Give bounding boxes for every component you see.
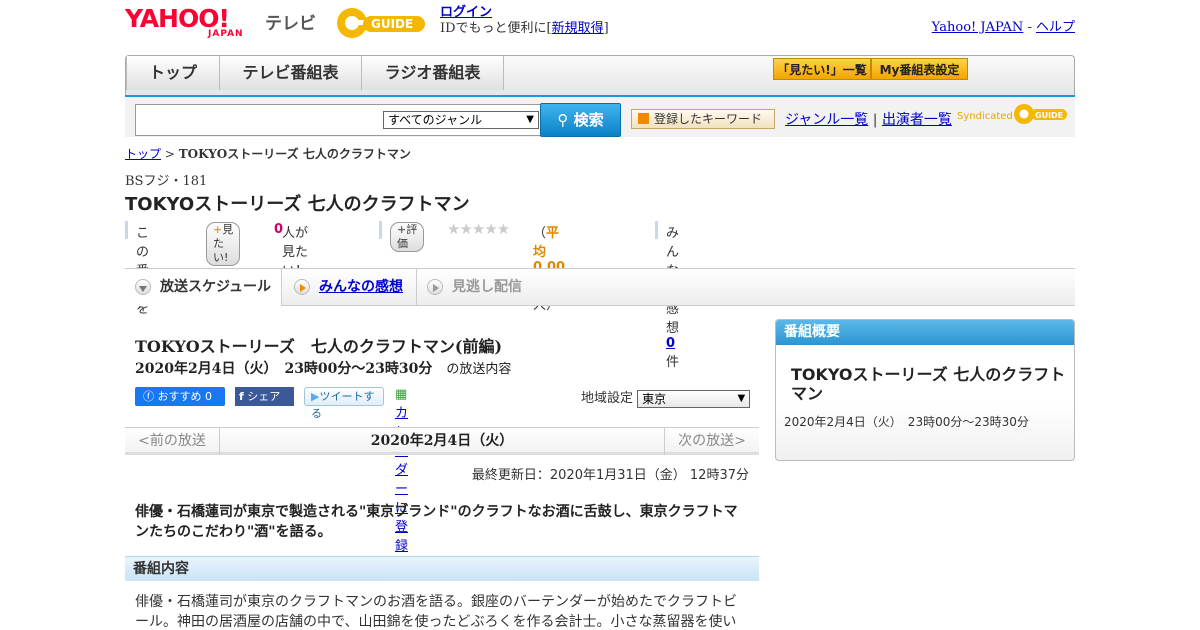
broadcast-pager: <前の放送 2020年2月4日（火） 次の放送> — [125, 427, 759, 455]
facebook-share-button[interactable]: f シェア — [235, 387, 294, 406]
content-tabs: 放送スケジュール みんなの感想 見逃し配信 — [125, 268, 1075, 306]
station-label: BSフジ・181 — [125, 174, 208, 189]
pager-current-date: 2020年2月4日（火） — [370, 433, 514, 449]
prev-broadcast-link[interactable]: <前の放送 — [125, 428, 220, 455]
search-icon: ⚲ — [557, 111, 569, 129]
login-prompt: IDでもっと便利に[ — [440, 21, 552, 36]
calendar-icon: ▦ — [395, 387, 408, 402]
episode-description: 俳優・石橋蓮司が東京のクラフトマンのお酒を語る。銀座のバーテンダーが始めたでクラ… — [135, 594, 737, 630]
search-links-divider: | — [872, 112, 878, 128]
yahoo-japan-sub: JAPAN — [208, 29, 244, 39]
play-circle-icon — [294, 279, 310, 295]
facebook-icon: ⓕ — [143, 390, 154, 403]
tweet-button[interactable]: ▶ツイートする — [304, 387, 384, 420]
svg-text:GUIDE: GUIDE — [371, 17, 413, 31]
want-button[interactable]: +見たい! — [206, 222, 241, 266]
facebook-recommend-button[interactable]: ⓕ おすすめ 0 — [135, 387, 225, 406]
genre-list-link[interactable]: ジャンル一覧 — [785, 112, 868, 128]
site-header: YAHOO! JAPAN テレビ GUIDE ログイン IDでもっと便利に[新規… — [125, 0, 1075, 50]
svg-text:GUIDE: GUIDE — [1035, 111, 1063, 120]
cast-list-link[interactable]: 出演者一覧 — [882, 112, 952, 128]
dropdown-arrow-icon — [638, 113, 649, 124]
breadcrumb: トップ > TOKYOストーリーズ 七人のクラフトマン — [125, 145, 411, 162]
region-label: 地域設定 — [581, 391, 634, 406]
tab-impressions[interactable]: みんなの感想 — [284, 269, 417, 305]
search-bar: すべてのジャンル ▼ ⚲ 検索 登録したキーワード ジャンル一覧 | 出演者一覧… — [125, 97, 1075, 137]
search-button[interactable]: ⚲ 検索 — [540, 103, 621, 137]
registered-keyword-label: 登録したキーワード — [654, 112, 763, 126]
plus-icon: + — [397, 223, 407, 236]
tab-schedule[interactable]: 放送スケジュール — [125, 269, 282, 306]
plus-icon: + — [213, 223, 223, 236]
login-box: ログイン IDでもっと便利に[新規取得] — [440, 5, 609, 37]
search-links: ジャンル一覧 | 出演者一覧 — [785, 109, 952, 129]
play-circle-icon — [427, 279, 443, 295]
help-link[interactable]: ヘルプ — [1036, 20, 1075, 35]
search-button-label: 検索 — [573, 111, 604, 129]
chevron-down-circle-icon — [135, 279, 151, 295]
mitai-list-button[interactable]: 「見たい!」一覧 — [773, 58, 871, 80]
breadcrumb-current: TOKYOストーリーズ 七人のクラフトマン — [178, 147, 411, 161]
region-select-value: 東京 — [642, 391, 667, 406]
login-suffix: ] — [603, 21, 609, 36]
yahoo-japan-link[interactable]: Yahoo! JAPAN — [932, 20, 1024, 35]
stat-divider — [379, 221, 382, 239]
impressions-count-link[interactable]: 0 — [666, 336, 675, 351]
rating-stars: ★★★★★ — [447, 220, 510, 238]
tab-missed[interactable]: 見逃し配信 — [417, 269, 547, 305]
region-select[interactable]: 東京 ▼ — [637, 389, 751, 408]
program-summary-title: TOKYOストーリーズ 七人のクラフトマン — [791, 365, 1066, 403]
yahoo-japan-logo[interactable]: YAHOO! — [125, 6, 230, 31]
episode-title: TOKYOストーリーズ 七人のクラフトマン(前編) — [135, 337, 503, 356]
impressions-unit: 件 — [666, 355, 680, 370]
episode-datetime-suffix: の放送内容 — [446, 362, 512, 377]
gguide-logo[interactable]: GUIDE — [335, 6, 433, 40]
syndicated-label: Syndicated — [957, 111, 1013, 122]
genre-select[interactable]: すべてのジャンル ▼ — [383, 111, 539, 129]
rating-open: （ — [533, 226, 547, 241]
breadcrumb-sep: > — [164, 147, 175, 161]
section-header-content: 番組内容 — [125, 556, 759, 581]
registered-keyword-button[interactable]: 登録したキーワード — [631, 109, 775, 129]
chevron-down-icon: ▼ — [737, 392, 746, 404]
header-links: Yahoo! JAPAN - ヘルプ — [932, 16, 1075, 35]
genre-select-value: すべてのジャンル — [388, 113, 483, 127]
signup-link[interactable]: 新規取得 — [552, 21, 604, 36]
gguide-small-logo: GUIDE — [1014, 104, 1067, 124]
facebook-f-icon: f — [239, 390, 244, 403]
header-dash: - — [1027, 20, 1032, 35]
tab-impressions-label[interactable]: みんなの感想 — [319, 279, 403, 295]
nav-tab-tv[interactable]: テレビ番組表 — [220, 56, 362, 90]
next-broadcast-link[interactable]: 次の放送> — [664, 428, 759, 455]
region-setting: 地域設定 東京 ▼ — [581, 387, 751, 408]
facebook-share-label: シェア — [247, 390, 281, 403]
breadcrumb-home[interactable]: トップ — [125, 147, 161, 161]
episode-datetime-value: 2020年2月4日（火） 23時00分～23時30分 — [135, 361, 433, 377]
login-link[interactable]: ログイン — [440, 5, 492, 20]
facebook-recommend-label: おすすめ 0 — [157, 390, 213, 403]
nav-tab-top[interactable]: トップ — [126, 56, 220, 90]
tab-missed-label: 見逃し配信 — [452, 279, 522, 295]
episode-datetime: 2020年2月4日（火） 23時00分～23時30分 の放送内容 — [135, 358, 511, 378]
last-updated: 最終更新日：2020年1月31日（金） 12時37分 — [471, 468, 749, 483]
program-summary-box: 番組概要 TOKYOストーリーズ 七人のクラフトマン 2020年2月4日（火） … — [775, 319, 1075, 461]
episode-lead: 俳優・石橋蓮司が東京で製造される"東京ブランド"のクラフトなお酒に舌鼓し、東京ク… — [135, 504, 738, 540]
page-title: TOKYOストーリーズ 七人のクラフトマン — [125, 194, 470, 215]
rate-button[interactable]: +評価 — [390, 222, 425, 252]
tv-service-label: テレビ — [265, 14, 316, 34]
tweet-label: ツイートする — [311, 390, 375, 420]
nav-tab-radio[interactable]: ラジオ番組表 — [362, 56, 504, 90]
program-summary-datetime: 2020年2月4日（火） 23時00分～23時30分 — [784, 415, 1029, 429]
stat-divider — [655, 221, 658, 239]
chevron-down-icon: ▼ — [526, 114, 534, 125]
main-nav: トップ テレビ番組表 ラジオ番組表 「見たい!」一覧 My番組表設定 — [125, 55, 1075, 101]
program-summary-header: 番組概要 — [776, 320, 1074, 345]
my-schedule-button[interactable]: My番組表設定 — [871, 58, 968, 80]
stat-divider — [125, 221, 128, 239]
tab-schedule-label: 放送スケジュール — [160, 279, 272, 295]
